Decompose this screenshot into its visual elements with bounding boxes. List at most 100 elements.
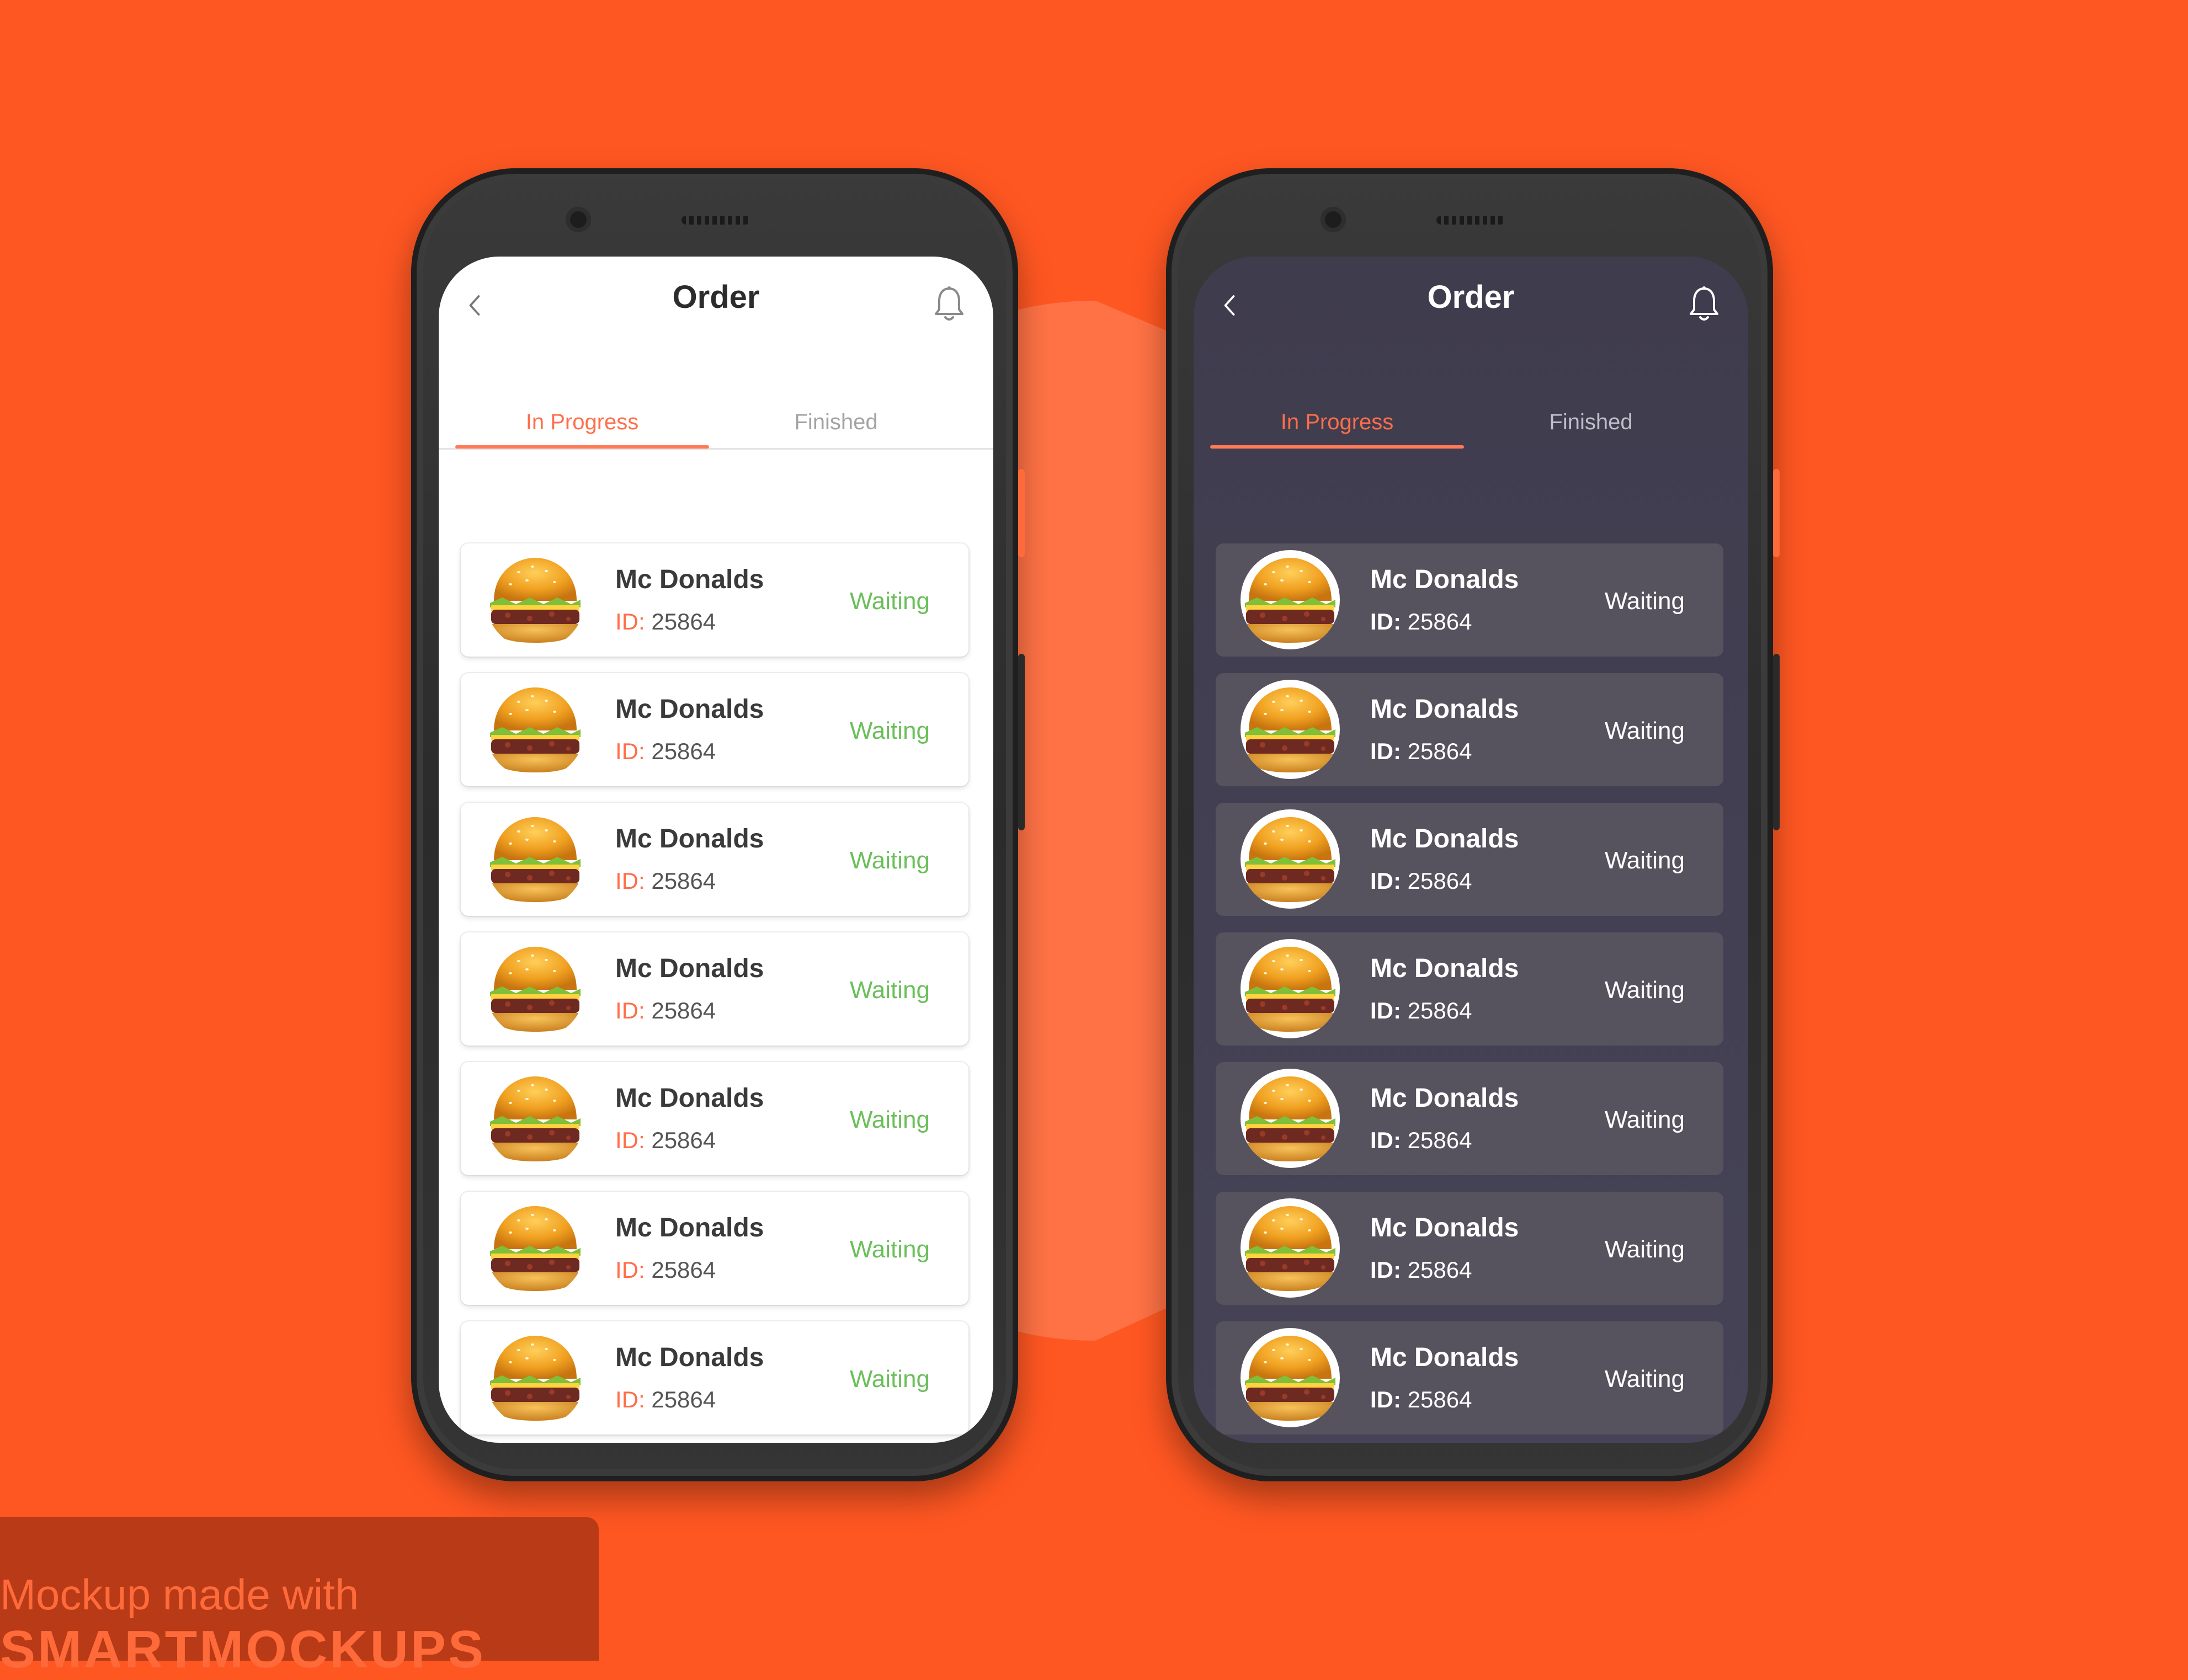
- order-status: Waiting: [849, 1236, 930, 1263]
- order-card[interactable]: Mc Donalds ID: 25864 Waiting: [461, 1062, 968, 1175]
- burger-image: [1241, 1069, 1340, 1168]
- order-card[interactable]: Mc Donalds ID: 25864 Waiting: [1216, 673, 1723, 786]
- order-id: ID: 25864: [615, 868, 716, 894]
- burger-image: [1241, 1328, 1340, 1427]
- order-id: ID: 25864: [615, 1257, 716, 1283]
- order-id: ID: 25864: [615, 1127, 716, 1154]
- order-card[interactable]: Mc Donalds ID: 25864 Waiting: [461, 803, 968, 916]
- burger-image: [1241, 550, 1340, 649]
- side-button: [1018, 469, 1025, 557]
- watermark-brand: SMARTMOCKUPS: [0, 1620, 486, 1679]
- order-status: Waiting: [1604, 588, 1685, 615]
- order-card[interactable]: Mc Donalds ID: 25864 Waiting: [1216, 803, 1723, 916]
- burger-image: [486, 1198, 585, 1298]
- burger-image: [1241, 1198, 1340, 1298]
- restaurant-name: Mc Donalds: [615, 824, 764, 854]
- order-card[interactable]: Mc Donalds ID: 25864 Waiting: [461, 1192, 968, 1305]
- order-status: Waiting: [849, 588, 930, 615]
- order-list: Mc Donalds ID: 25864 Waiting Mc Donalds …: [461, 543, 968, 1443]
- front-camera: [1321, 207, 1346, 232]
- order-id-value: 25864: [651, 738, 716, 764]
- restaurant-name: Mc Donalds: [615, 565, 764, 594]
- order-id-label: ID:: [615, 868, 645, 894]
- order-id-value: 25864: [651, 1127, 716, 1153]
- notifications-button[interactable]: [927, 280, 971, 329]
- order-list: Mc Donalds ID: 25864 Waiting Mc Donalds …: [1216, 543, 1723, 1443]
- active-tab-indicator: [1210, 445, 1464, 449]
- order-id-value: 25864: [651, 998, 716, 1023]
- order-card[interactable]: Mc Donalds ID: 25864 Waiting: [1216, 1062, 1723, 1175]
- order-status: Waiting: [849, 847, 930, 874]
- restaurant-name: Mc Donalds: [615, 1343, 764, 1372]
- order-status: Waiting: [849, 1366, 930, 1393]
- restaurant-name: Mc Donalds: [1370, 695, 1519, 724]
- restaurant-name: Mc Donalds: [1370, 1213, 1519, 1242]
- order-id: ID: 25864: [1370, 1386, 1472, 1413]
- burger-image: [486, 680, 585, 779]
- order-card[interactable]: Mc Donalds ID: 25864 Waiting: [461, 673, 968, 786]
- burger-image: [486, 1069, 585, 1168]
- front-camera: [566, 207, 591, 232]
- order-card[interactable]: Mc Donalds ID: 25864 Waiting: [461, 1321, 968, 1434]
- order-id-value: 25864: [651, 868, 716, 894]
- tab-in-progress[interactable]: In Progress: [1210, 394, 1464, 450]
- order-id-value: 25864: [1407, 1257, 1472, 1283]
- order-card[interactable]: Mc Donalds ID: 25864 Waiting: [461, 932, 968, 1046]
- side-button: [1018, 654, 1025, 830]
- order-status: Waiting: [1604, 1106, 1685, 1133]
- order-status: Waiting: [1604, 977, 1685, 1004]
- order-status: Waiting: [849, 1106, 930, 1133]
- order-id: ID: 25864: [1370, 998, 1472, 1024]
- notifications-button[interactable]: [1682, 280, 1726, 329]
- bell-icon: [1687, 285, 1721, 324]
- watermark-text: Mockup made with: [0, 1570, 359, 1619]
- order-id-label: ID:: [615, 1386, 645, 1412]
- order-id-label: ID:: [1370, 1127, 1401, 1153]
- restaurant-name: Mc Donalds: [1370, 1084, 1519, 1113]
- restaurant-name: Mc Donalds: [615, 1084, 764, 1113]
- order-id-value: 25864: [651, 1257, 716, 1283]
- order-id: ID: 25864: [615, 1386, 716, 1413]
- order-card[interactable]: Mc Donalds ID: 25864 Waiting: [1216, 543, 1723, 657]
- order-id-label: ID:: [1370, 738, 1401, 764]
- watermark-banner: Mockup made with SMARTMOCKUPS: [0, 1517, 599, 1679]
- order-tabs: In Progress Finished: [439, 394, 993, 450]
- order-status: Waiting: [1604, 1236, 1685, 1263]
- order-id-value: 25864: [1407, 868, 1472, 894]
- order-card[interactable]: Mc Donalds ID: 25864 Waiting: [1216, 932, 1723, 1046]
- order-id-value: 25864: [1407, 1386, 1472, 1412]
- order-status: Waiting: [1604, 1366, 1685, 1393]
- restaurant-name: Mc Donalds: [1370, 565, 1519, 594]
- burger-image: [1241, 809, 1340, 909]
- burger-image: [486, 550, 585, 649]
- background-decoration: [817, 301, 1648, 1341]
- speaker-grille: [682, 216, 750, 225]
- order-id-value: 25864: [651, 609, 716, 634]
- order-id-label: ID:: [615, 1257, 645, 1283]
- restaurant-name: Mc Donalds: [1370, 824, 1519, 854]
- order-id: ID: 25864: [1370, 738, 1472, 765]
- order-card[interactable]: Mc Donalds ID: 25864 Waiting: [1216, 1192, 1723, 1305]
- tab-in-progress[interactable]: In Progress: [455, 394, 709, 450]
- active-tab-indicator: [455, 445, 709, 449]
- order-id: ID: 25864: [1370, 609, 1472, 635]
- order-id-label: ID:: [1370, 868, 1401, 894]
- order-card[interactable]: Mc Donalds ID: 25864 Waiting: [461, 543, 968, 657]
- order-id: ID: 25864: [615, 998, 716, 1024]
- order-status: Waiting: [849, 977, 930, 1004]
- order-id: ID: 25864: [1370, 1127, 1472, 1154]
- order-status: Waiting: [1604, 717, 1685, 744]
- burger-image: [486, 1328, 585, 1427]
- order-id-label: ID:: [1370, 609, 1401, 634]
- app-screen: Order In Progress Finished Mc Donalds ID…: [1194, 257, 1748, 1443]
- tab-finished[interactable]: Finished: [1464, 394, 1718, 450]
- order-card[interactable]: Mc Donalds ID: 25864 Waiting: [1216, 1321, 1723, 1434]
- restaurant-name: Mc Donalds: [1370, 954, 1519, 983]
- order-id: ID: 25864: [1370, 1257, 1472, 1283]
- app-screen: Order In Progress Finished Mc Donalds ID…: [439, 257, 993, 1443]
- tab-finished[interactable]: Finished: [709, 394, 963, 450]
- burger-image: [1241, 680, 1340, 779]
- order-status: Waiting: [1604, 847, 1685, 874]
- order-id-label: ID:: [615, 609, 645, 634]
- burger-image: [486, 809, 585, 909]
